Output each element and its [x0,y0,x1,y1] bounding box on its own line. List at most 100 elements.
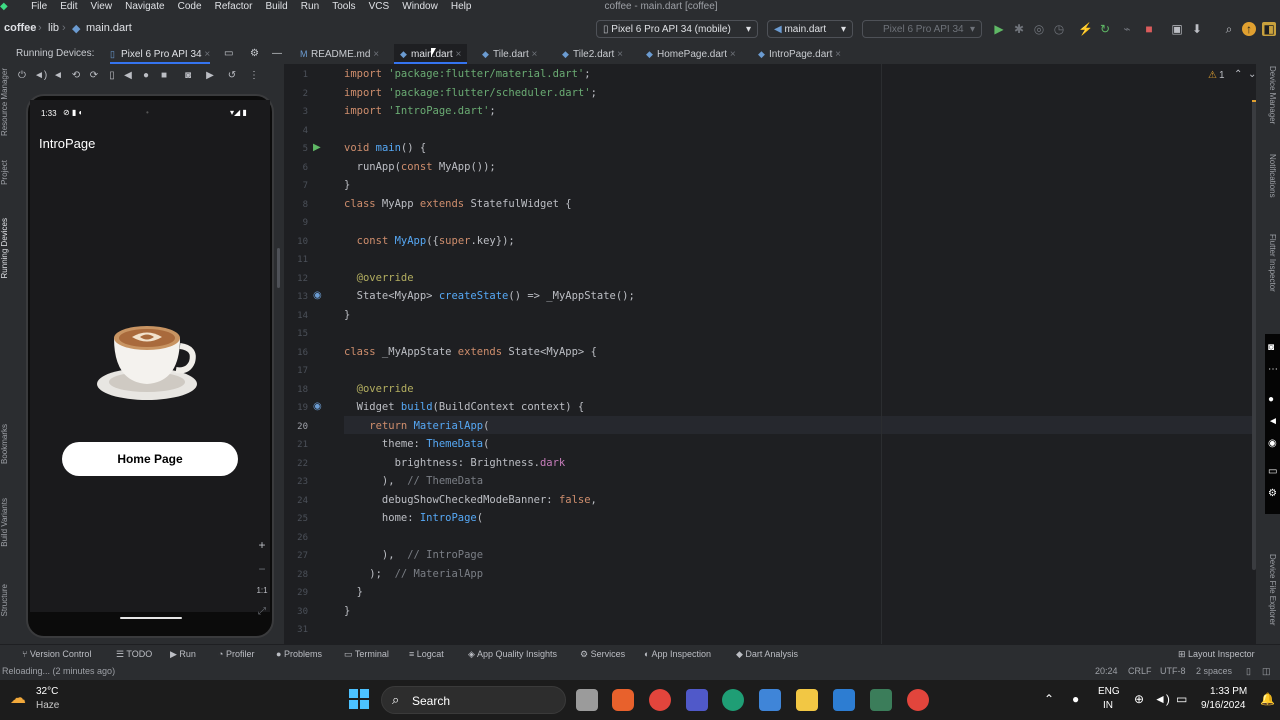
menu-help[interactable]: Help [451,0,472,14]
close-icon[interactable]: × [617,49,623,60]
run-gutter-icon[interactable]: ▶ [313,142,321,153]
indent-setting[interactable]: 2 spaces [1196,666,1232,676]
phone-screen[interactable]: 1:33 ⊘ ▮ ◐ • ▾◢ ▮ IntroPage Home Page [30,100,270,612]
menu-tools[interactable]: Tools [332,0,355,14]
debug-icon[interactable]: ✱ [1012,22,1026,36]
device-window-icon[interactable]: ▭ [224,44,233,64]
override-gutter-icon[interactable]: ◉ [313,290,322,301]
record-icon[interactable]: ◉ [1268,438,1277,449]
code-line[interactable]: import 'package:flutter/material.dart'; [344,68,591,80]
override-gutter-icon[interactable]: ◉ [313,401,322,412]
zoom-actual-button[interactable]: 1:1 [254,586,270,595]
code-editor[interactable]: 1 2 3 4 5 6 7 8 9 10 11 12 13 14 15 16 17 18 19 20 21 22 23 24 2… [284,64,1256,644]
code-line[interactable]: } [344,586,363,598]
menu-file[interactable]: File [31,0,47,14]
status-message[interactable]: Reloading... (2 minutes ago) [2,666,115,676]
taskbar-clock[interactable]: 1:33 PM [1210,686,1247,697]
code-line[interactable]: ), // IntroPage [344,549,483,561]
code-line[interactable]: ), // ThemeData [344,475,483,487]
code-line[interactable]: ); // MaterialApp [344,568,483,580]
code-line[interactable]: } [344,179,350,191]
close-icon[interactable]: × [455,49,461,60]
tab-tile2-dart[interactable]: ◆ Tile2.dart × [562,44,623,64]
settings-gear-icon[interactable]: ⚙ [1268,488,1277,499]
tool-device-file-explorer[interactable]: Device File Explorer [1268,554,1277,626]
code-line[interactable]: debugShowCheckedModeBanner: false, [344,494,597,506]
gesture-nav-pill[interactable] [120,617,182,619]
close-icon[interactable]: × [373,49,379,60]
tool-todo[interactable]: ☰ TODO [116,649,152,660]
volume-icon[interactable]: ◄) [1154,692,1170,706]
language-code[interactable]: ENG [1098,686,1120,697]
camera-icon[interactable]: ◙ [1268,342,1274,353]
run-icon[interactable]: ▶ [992,22,1006,36]
close-icon[interactable]: × [730,49,736,60]
menu-navigate[interactable]: Navigate [125,0,164,14]
store-icon[interactable] [759,689,781,711]
tab-tile-dart[interactable]: ◆ Tile.dart × [482,44,537,64]
code-line[interactable]: class _MyAppState extends State<MyApp> { [344,346,597,358]
tool-app-quality-insights[interactable]: ◈ App Quality Insights [468,649,557,660]
volume-up-icon[interactable]: ◄) [34,70,47,82]
menu-refactor[interactable]: Refactor [215,0,253,14]
device-manager-icon[interactable]: ▣ [1170,22,1184,36]
zoom-in-button[interactable]: + [254,538,270,552]
tool-project[interactable]: Project [0,160,9,185]
taskbar-search[interactable]: ⌕ Search [381,686,566,714]
code-line[interactable]: } [344,309,350,321]
tool-app-inspection[interactable]: ◐ App Inspection [644,649,711,659]
weather-temp[interactable]: 32°C [36,686,58,697]
close-icon[interactable]: × [532,49,538,60]
power-icon[interactable]: ⏻ [16,70,28,82]
close-icon[interactable]: × [835,49,841,60]
screenshot-icon[interactable]: ◙ [182,70,194,82]
code-line[interactable]: Widget build(BuildContext context) { [344,401,585,413]
tool-profiler[interactable]: ◔ Profiler [218,649,254,659]
copilot-icon[interactable] [612,689,634,711]
chrome-profile-icon[interactable] [907,689,929,711]
tool-bookmarks[interactable]: Bookmarks [0,424,9,464]
tab-homepage-dart[interactable]: ◆ HomePage.dart × [646,44,736,64]
target-device-selector[interactable]: Pixel 6 Pro API 34 ▾ [862,20,982,38]
home-page-button[interactable]: Home Page [62,442,238,476]
edge-icon[interactable] [722,689,744,711]
gear-icon[interactable]: ⚙ [250,44,259,64]
code-line[interactable]: @override [344,383,414,395]
home-icon[interactable]: ● [140,70,152,82]
code-line[interactable]: theme: ThemeData( [344,438,490,450]
tool-device-manager[interactable]: Device Manager [1268,66,1277,124]
tool-build-variants[interactable]: Build Variants [0,498,9,547]
volume-icon[interactable]: ◄ [1268,416,1278,427]
code-line[interactable]: home: IntroPage( [344,512,483,524]
tool-resource-manager[interactable]: Resource Manager [0,68,9,136]
chrome-icon[interactable] [649,689,671,711]
microphone-icon[interactable]: ● [1268,394,1274,405]
tool-structure[interactable]: Structure [0,584,9,616]
file-encoding[interactable]: UTF-8 [1160,666,1186,676]
menu-vcs[interactable]: VCS [369,0,390,14]
tool-layout-inspector[interactable]: ⊞ Layout Inspector [1178,649,1255,660]
device-selector[interactable]: ▯ Pixel 6 Pro API 34 (mobile) ▾ [596,20,758,38]
rotate-right-icon[interactable]: ⟳ [88,70,100,82]
code-line[interactable]: } [344,605,350,617]
fold-icon[interactable]: ▯ [106,70,118,82]
vscode-icon[interactable] [833,689,855,711]
menu-code[interactable]: Code [178,0,202,14]
tool-flutter-inspector[interactable]: Flutter Inspector [1268,234,1277,292]
code-line[interactable]: State<MyApp> createState() => _MyAppStat… [344,290,635,302]
attach-debugger-icon[interactable]: ⌁ [1120,22,1134,36]
memory-indicator-icon[interactable]: ◫ [1262,666,1271,677]
rotate-left-icon[interactable]: ⟲ [70,70,82,82]
breadcrumb-folder[interactable]: lib [48,22,59,34]
snapshot-icon[interactable]: ↺ [226,70,238,82]
screen-record-icon[interactable]: ▶ [204,70,216,82]
code-line[interactable]: class MyApp extends StatefulWidget { [344,198,572,210]
hot-restart-icon[interactable]: ↻ [1098,22,1112,36]
android-studio-icon[interactable] [870,689,892,711]
weather-icon[interactable]: ☁ [10,688,26,708]
code-line[interactable]: @override [344,272,414,284]
task-view-icon[interactable] [576,689,598,711]
running-device-tab[interactable]: ▯ Pixel 6 Pro API 34 × [110,44,211,64]
tool-problems[interactable]: ● Problems [276,649,322,659]
notification-bell-icon[interactable]: 🔔 [1260,692,1275,706]
